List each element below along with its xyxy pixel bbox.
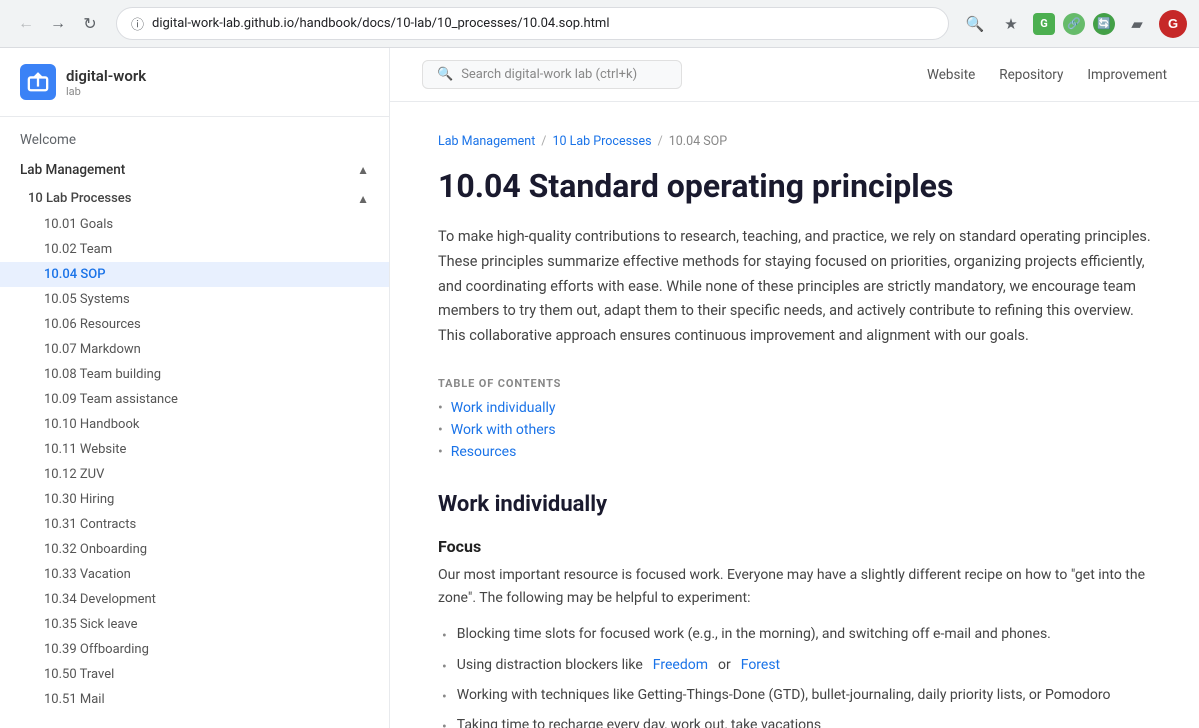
sidebar-welcome-label: Welcome (20, 132, 76, 148)
sidebar-group-label-lab-management: Lab Management (20, 162, 125, 178)
sidebar-item-10-01[interactable]: 10.01 Goals (0, 212, 389, 237)
toc-link-resources[interactable]: Resources (451, 444, 517, 460)
sidebar-item-10-35[interactable]: 10.35 Sick leave (0, 612, 389, 637)
nav-link-website[interactable]: Website (927, 67, 975, 83)
back-button[interactable]: ← (12, 10, 40, 38)
section-heading-work-individually: Work individually (438, 492, 1151, 517)
sidebar-item-10-11[interactable]: 10.11 Website (0, 437, 389, 462)
breadcrumb: Lab Management / 10 Lab Processes / 10.0… (438, 134, 1151, 149)
site-info-icon: ⓘ (131, 14, 144, 33)
breadcrumb-lab-management[interactable]: Lab Management (438, 134, 535, 149)
bullet-text-4: Taking time to recharge every day, work … (457, 714, 821, 728)
link-freedom[interactable]: Freedom (653, 654, 708, 676)
profile-button[interactable]: G (1159, 10, 1187, 38)
chevron-up-icon-sub: ▲ (357, 192, 369, 206)
toc-item-work-with-others: Work with others (438, 422, 1151, 438)
url-text: digital-work-lab.github.io/handbook/docs… (152, 16, 934, 31)
sidebar-item-10-50[interactable]: 10.50 Travel (0, 662, 389, 687)
sidebar-item-10-32[interactable]: 10.32 Onboarding (0, 537, 389, 562)
sidebar-item-10-08[interactable]: 10.08 Team building (0, 362, 389, 387)
top-nav-links: Website Repository Improvement (927, 67, 1167, 83)
bullet-3: Working with techniques like Getting-Thi… (438, 684, 1151, 708)
breadcrumb-sep-2: / (658, 134, 663, 149)
focus-para: Our most important resource is focused w… (438, 564, 1151, 612)
sidebar-item-10-10[interactable]: 10.10 Handbook (0, 412, 389, 437)
breadcrumb-10-lab-processes[interactable]: 10 Lab Processes (552, 134, 651, 149)
sidebar-item-10-07[interactable]: 10.07 Markdown (0, 337, 389, 362)
article: Lab Management / 10 Lab Processes / 10.0… (390, 102, 1199, 728)
logo-icon (20, 64, 56, 100)
reload-button[interactable]: ↻ (76, 10, 104, 38)
ext-icon-1[interactable]: G (1033, 13, 1055, 35)
sidebar-item-10-12[interactable]: 10.12 ZUV (0, 462, 389, 487)
page-title: 10.04 Standard operating principles (438, 167, 1151, 205)
sidebar-item-10-39[interactable]: 10.39 Offboarding (0, 637, 389, 662)
browser-chrome: ← → ↻ ⓘ digital-work-lab.github.io/handb… (0, 0, 1199, 48)
search-bar[interactable]: 🔍 Search digital-work lab (ctrl+k) (422, 60, 682, 89)
toc-item-resources: Resources (438, 444, 1151, 460)
sidebar-item-10-09[interactable]: 10.09 Team assistance (0, 387, 389, 412)
sidebar: digital-work lab Welcome Lab Management … (0, 48, 390, 728)
bookmark-icon[interactable]: ★ (997, 10, 1025, 38)
extensions-icon[interactable]: ▰ (1123, 10, 1151, 38)
subsection-heading-focus: Focus (438, 537, 1151, 556)
breadcrumb-current: 10.04 SOP (669, 134, 727, 149)
toc-link-work-with-others[interactable]: Work with others (451, 422, 556, 438)
main-content: 🔍 Search digital-work lab (ctrl+k) Websi… (390, 48, 1199, 728)
toc-list: Work individually Work with others Resou… (438, 400, 1151, 460)
logo-text-block: digital-work lab (66, 67, 146, 98)
main-topbar: 🔍 Search digital-work lab (ctrl+k) Websi… (390, 48, 1199, 102)
bullet-text-1: Blocking time slots for focused work (e.… (457, 623, 1051, 645)
focus-bullets: Blocking time slots for focused work (e.… (438, 623, 1151, 728)
bullet-text-3: Working with techniques like Getting-Thi… (457, 684, 1111, 706)
sidebar-item-10-30[interactable]: 10.30 Hiring (0, 487, 389, 512)
chevron-up-icon: ▲ (357, 163, 369, 177)
link-forest[interactable]: Forest (741, 654, 780, 676)
forward-button[interactable]: → (44, 10, 72, 38)
toc-label: TABLE OF CONTENTS (438, 377, 1151, 390)
search-icon[interactable]: 🔍 (961, 10, 989, 38)
ext-icon-2[interactable]: 🔗 (1063, 13, 1085, 35)
bullet-4: Taking time to recharge every day, work … (438, 714, 1151, 728)
search-placeholder: Search digital-work lab (ctrl+k) (461, 67, 637, 82)
sidebar-item-10-04[interactable]: 10.04 SOP (0, 262, 389, 287)
search-icon: 🔍 (437, 67, 453, 82)
sidebar-navigation: Welcome Lab Management ▲ 10 Lab Processe… (0, 117, 389, 720)
logo-name: digital-work (66, 67, 146, 85)
sidebar-item-10-31[interactable]: 10.31 Contracts (0, 512, 389, 537)
browser-toolbar: 🔍 ★ G 🔗 🔄 ▰ G (961, 10, 1187, 38)
bullet-2: Using distraction blockers like Freedom … (438, 654, 1151, 678)
nav-link-repository[interactable]: Repository (999, 67, 1063, 83)
sidebar-subgroup-header-10-lab-processes[interactable]: 10 Lab Processes ▲ (0, 185, 389, 212)
nav-link-improvement[interactable]: Improvement (1087, 67, 1167, 83)
sidebar-item-10-05[interactable]: 10.05 Systems (0, 287, 389, 312)
bullet-1: Blocking time slots for focused work (e.… (438, 623, 1151, 647)
sidebar-item-10-02[interactable]: 10.02 Team (0, 237, 389, 262)
nav-buttons: ← → ↻ (12, 10, 104, 38)
table-of-contents: TABLE OF CONTENTS Work individually Work… (438, 377, 1151, 460)
sidebar-item-10-51[interactable]: 10.51 Mail (0, 687, 389, 712)
sidebar-subgroup-label: 10 Lab Processes (28, 191, 131, 206)
ext-icon-3[interactable]: 🔄 (1093, 13, 1115, 35)
app-layout: digital-work lab Welcome Lab Management … (0, 48, 1199, 728)
sidebar-item-10-06[interactable]: 10.06 Resources (0, 312, 389, 337)
toc-link-work-individually[interactable]: Work individually (451, 400, 556, 416)
sidebar-item-10-34[interactable]: 10.34 Development (0, 587, 389, 612)
sidebar-item-10-33[interactable]: 10.33 Vacation (0, 562, 389, 587)
sidebar-logo: digital-work lab (0, 48, 389, 117)
sidebar-group-lab-management: Lab Management ▲ 10 Lab Processes ▲ 10.0… (0, 155, 389, 712)
sidebar-item-welcome[interactable]: Welcome (0, 125, 389, 155)
toc-item-work-individually: Work individually (438, 400, 1151, 416)
page-intro: To make high-quality contributions to re… (438, 225, 1151, 348)
logo-sub: lab (66, 85, 146, 98)
sidebar-group-header-lab-management[interactable]: Lab Management ▲ (0, 155, 389, 185)
breadcrumb-sep-1: / (541, 134, 546, 149)
sidebar-subgroup-10-lab-processes: 10 Lab Processes ▲ 10.01 Goals 10.02 Tea… (0, 185, 389, 712)
address-bar[interactable]: ⓘ digital-work-lab.github.io/handbook/do… (116, 7, 949, 40)
